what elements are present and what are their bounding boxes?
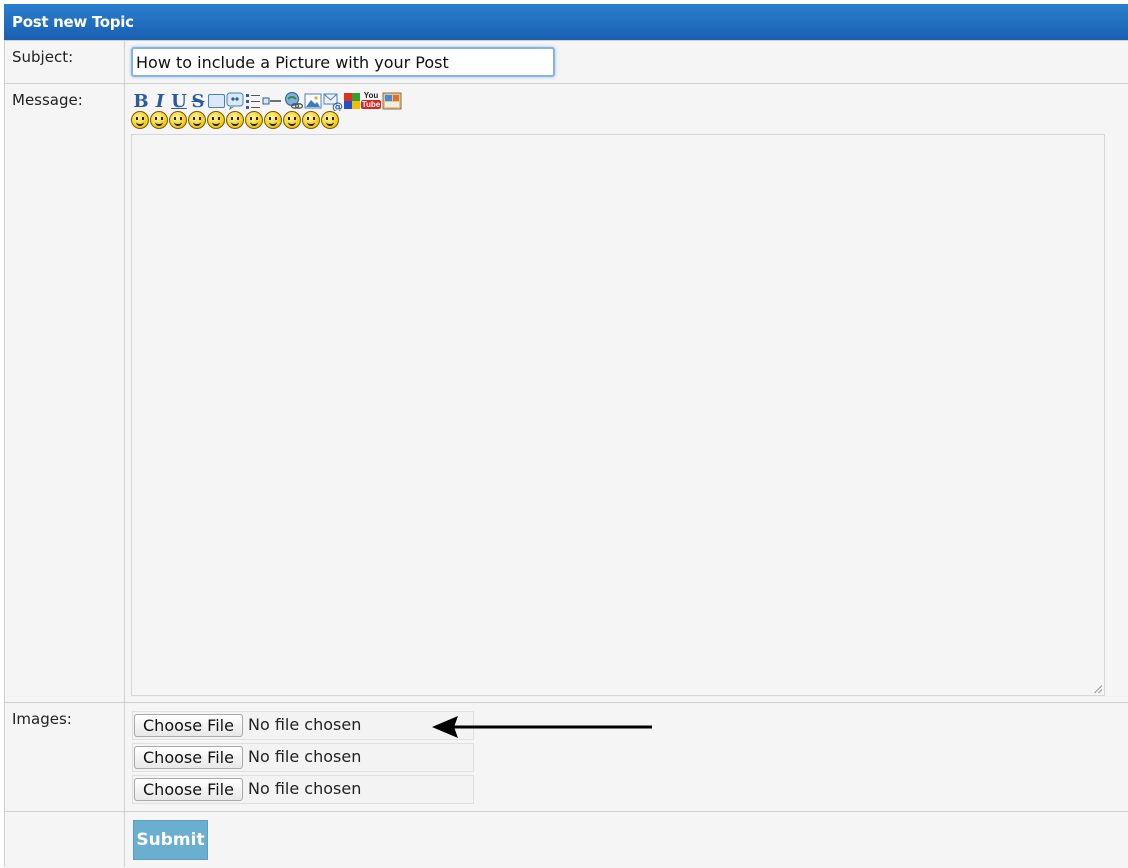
editor-toolbar: B I U S @ You Tube [132,90,402,112]
sad-icon[interactable] [169,111,187,129]
file-status: No file chosen [248,715,362,734]
email-button[interactable]: @ [323,91,343,111]
code-button[interactable] [208,91,225,111]
file-input-2[interactable]: Choose File No file chosen [132,743,474,772]
youtube-icon: You Tube [361,91,381,109]
media-button[interactable] [382,91,402,111]
color-palette-icon [344,93,360,109]
choose-file-button[interactable]: Choose File [134,714,243,737]
form-header: Post new Topic [4,4,1128,40]
file-status: No file chosen [248,779,362,798]
message-label: Message: [12,91,83,109]
link-button[interactable] [283,91,303,111]
smile-icon[interactable] [131,111,149,129]
list-item-button[interactable] [262,91,282,111]
image-icon [304,93,322,109]
bold-icon: B [133,90,149,112]
strikethrough-icon: S [191,90,205,112]
rolleyes-icon[interactable] [264,111,282,129]
italic-icon: I [155,90,165,112]
quote-icon [226,92,244,110]
svg-text:@: @ [332,100,343,111]
submit-button[interactable]: Submit [133,820,208,860]
message-textarea[interactable] [131,134,1105,696]
subject-input[interactable] [131,47,555,77]
tongue-icon[interactable] [207,111,225,129]
wink-icon[interactable] [283,111,301,129]
laugh-icon[interactable] [226,111,244,129]
left-border [4,40,5,867]
annotation-arrow-icon [432,716,652,738]
list-item-icon [262,97,281,105]
choose-file-button[interactable]: Choose File [134,778,243,801]
list-button[interactable] [245,91,261,111]
image-button[interactable] [304,91,322,111]
quote-button[interactable] [226,91,244,111]
resize-grip-icon[interactable] [1094,685,1102,693]
email-icon: @ [323,93,343,111]
strikethrough-button[interactable]: S [189,90,207,112]
neutral-icon[interactable] [188,111,206,129]
code-icon [208,94,225,108]
file-input-3[interactable]: Choose File No file chosen [132,775,474,804]
underline-button[interactable]: U [170,90,188,112]
form-title: Post new Topic [12,13,134,31]
choose-file-button[interactable]: Choose File [134,746,243,769]
subject-label: Subject: [12,48,74,66]
bold-button[interactable]: B [132,90,150,112]
confused-icon[interactable] [245,111,263,129]
surprised-icon[interactable] [302,111,320,129]
file-input-1[interactable]: Choose File No file chosen [132,711,474,740]
media-icon [382,92,402,110]
smiley-bar [131,111,339,129]
column-divider [124,40,125,867]
grin-icon[interactable] [150,111,168,129]
file-status: No file chosen [248,747,362,766]
italic-button[interactable]: I [151,90,169,112]
list-icon [246,94,260,109]
youtube-button[interactable]: You Tube [361,91,381,111]
underline-icon: U [171,90,187,112]
color-button[interactable] [344,91,360,111]
link-icon [285,92,303,109]
cool-icon[interactable] [321,111,339,129]
images-label: Images: [12,710,72,728]
